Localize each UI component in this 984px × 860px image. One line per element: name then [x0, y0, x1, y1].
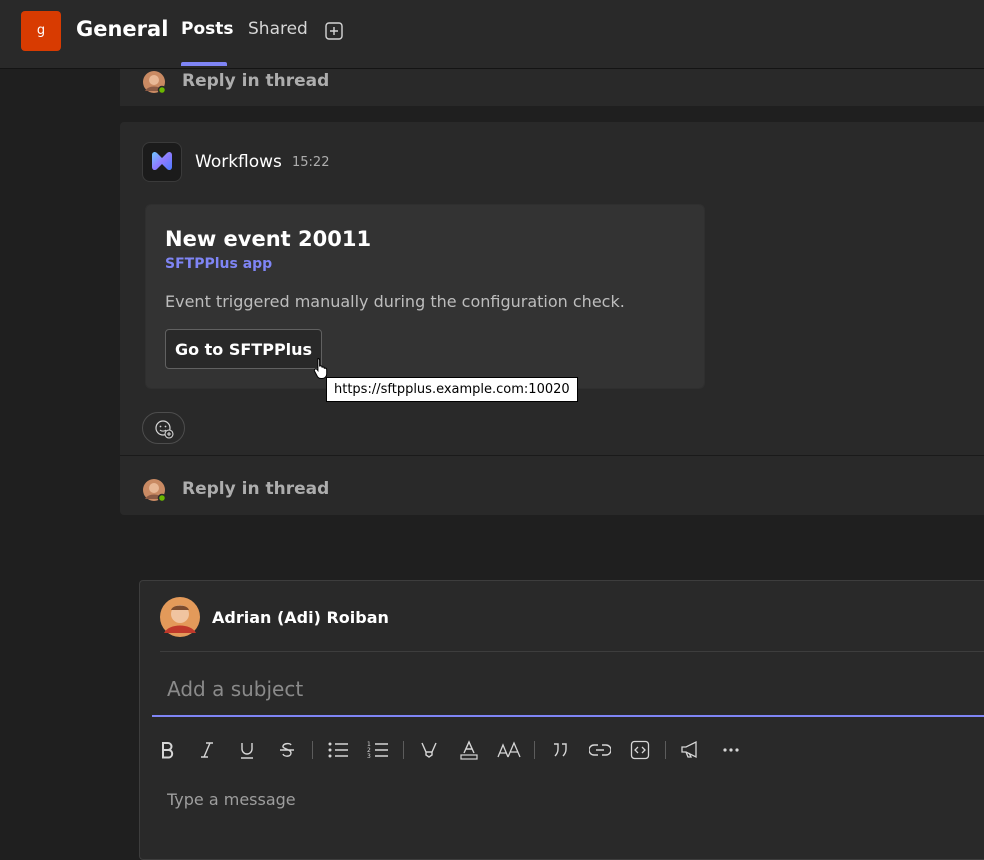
toolbar-divider — [403, 741, 404, 759]
more-options-icon[interactable] — [716, 733, 746, 767]
underline-icon[interactable] — [232, 733, 262, 767]
toolbar-divider — [534, 741, 535, 759]
quote-icon[interactable] — [545, 733, 575, 767]
channel-header: g General Posts Shared — [0, 0, 984, 69]
reply-in-thread-button[interactable]: Reply in thread — [182, 479, 329, 499]
card-title: New event 20011 — [165, 227, 372, 251]
avatar — [142, 478, 167, 503]
bold-icon[interactable] — [152, 733, 182, 767]
link-icon[interactable] — [585, 733, 615, 767]
tab-shared[interactable]: Shared — [248, 19, 308, 39]
team-avatar[interactable]: g — [21, 11, 61, 51]
subject-input[interactable] — [152, 663, 984, 717]
post-timestamp: 15:22 — [292, 155, 330, 170]
go-to-sftpplus-button[interactable]: Go to SFTPPlus — [165, 329, 322, 369]
post-divider — [120, 455, 984, 456]
message-input[interactable] — [152, 782, 984, 816]
formatting-toolbar: 123 — [152, 733, 984, 767]
hand-cursor-icon — [313, 357, 331, 379]
code-snippet-icon[interactable] — [625, 733, 655, 767]
numbered-list-icon[interactable]: 123 — [363, 733, 393, 767]
font-color-icon[interactable] — [454, 733, 484, 767]
toolbar-divider — [665, 741, 666, 759]
workflows-app-icon[interactable] — [142, 142, 182, 182]
card-subtitle: SFTPPlus app — [165, 256, 273, 272]
strikethrough-icon[interactable] — [272, 733, 302, 767]
italic-icon[interactable] — [192, 733, 222, 767]
channel-title: General — [76, 17, 169, 41]
card-body: Event triggered manually during the conf… — [165, 292, 625, 311]
compose-divider — [160, 651, 984, 652]
active-tab-indicator — [181, 62, 227, 66]
avatar — [142, 70, 167, 95]
avatar — [160, 597, 200, 637]
plus-square-icon[interactable] — [324, 21, 344, 41]
url-tooltip: https://sftpplus.example.com:10020 — [326, 377, 578, 402]
bulleted-list-icon[interactable] — [323, 733, 353, 767]
add-reaction-button[interactable] — [142, 412, 185, 444]
font-size-icon[interactable] — [494, 733, 524, 767]
post-author[interactable]: Workflows — [195, 152, 282, 172]
tab-posts[interactable]: Posts — [181, 19, 234, 39]
toolbar-divider — [312, 741, 313, 759]
reply-in-thread-button[interactable]: Reply in thread — [182, 71, 329, 91]
compose-author: Adrian (Adi) Roiban — [212, 608, 389, 627]
highlight-icon[interactable] — [414, 733, 444, 767]
add-reaction-icon — [154, 419, 174, 443]
svg-text:3: 3 — [367, 753, 371, 760]
announcement-icon[interactable] — [676, 733, 706, 767]
